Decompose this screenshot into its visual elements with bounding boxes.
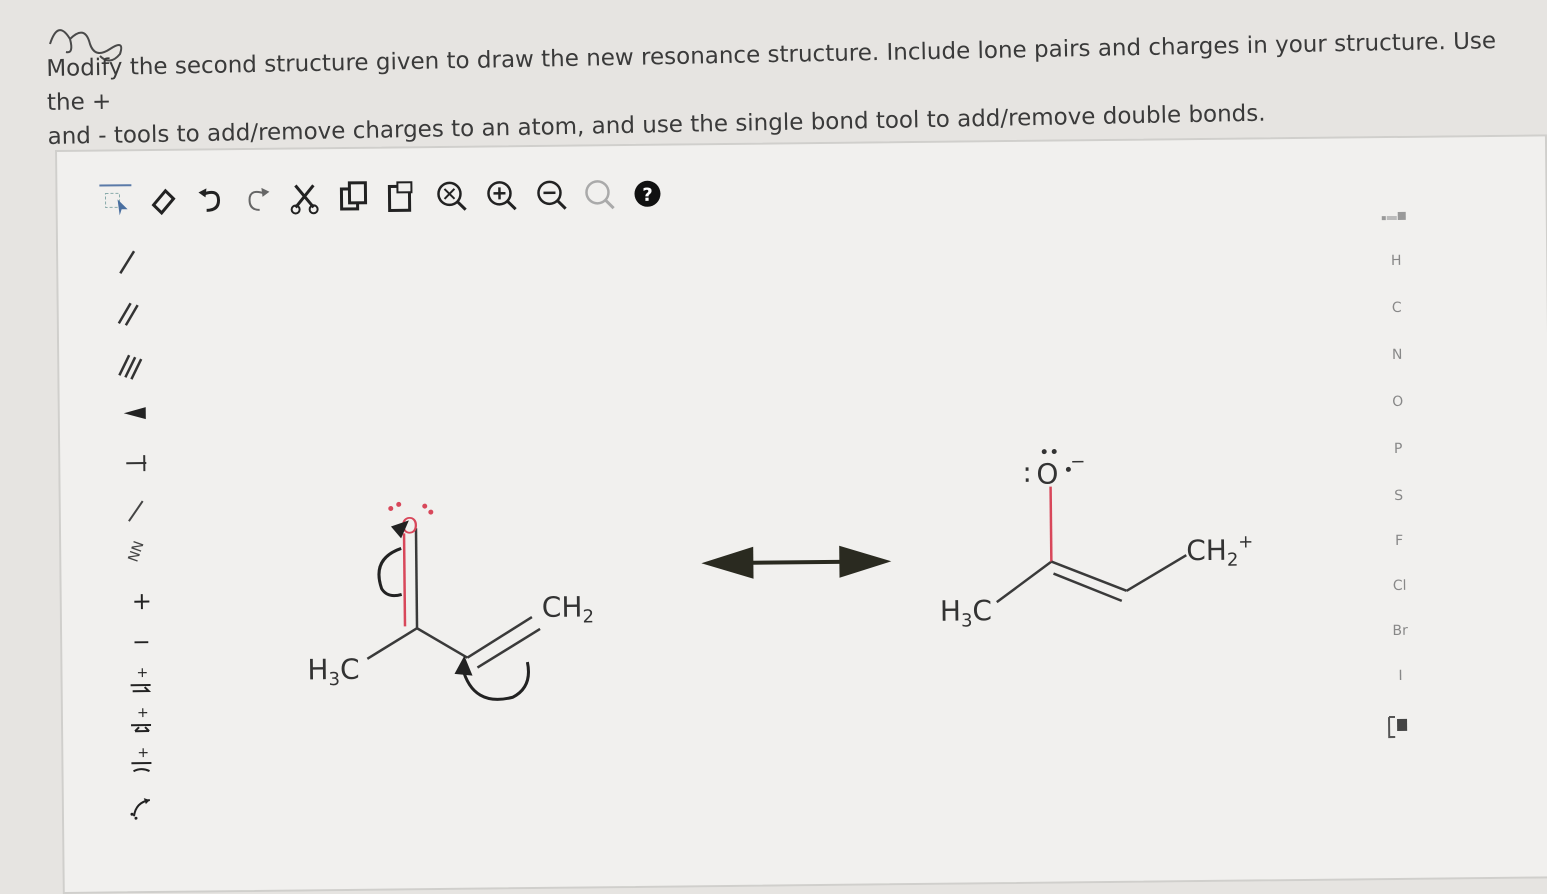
bond-co-a[interactable] — [416, 528, 417, 628]
bond-methyl-carbonyl[interactable] — [367, 628, 417, 659]
lone-pair-left: : — [1022, 456, 1032, 489]
bond-methyl-c-2[interactable] — [996, 562, 1051, 603]
methyl-label-2: H3C — [940, 594, 992, 632]
bond-co-b[interactable] — [404, 533, 405, 626]
resonance-arrow — [701, 545, 891, 579]
molecule-2[interactable]: H3C CH2+ : O − — [938, 447, 1254, 632]
instructions-text: Modify the second structure given to dra… — [46, 24, 1518, 154]
bond-c-ch2-2[interactable] — [1126, 555, 1186, 591]
oxygen-charge-2: − — [1070, 451, 1085, 472]
bond-cc-double-b[interactable] — [477, 629, 540, 668]
curved-arrow-1[interactable] — [379, 548, 402, 595]
molecule-1[interactable]: H3C CH2 O — [306, 500, 595, 701]
methyl-label-1: H3C — [307, 653, 359, 691]
bond-co-2[interactable] — [1051, 487, 1052, 562]
drawing-canvas[interactable]: H3C CH2 O H3C CH2+ : O — [57, 138, 1394, 852]
structure-editor[interactable]: ? NN + − + — [55, 134, 1547, 894]
ch2-label-2: CH2+ — [1186, 531, 1254, 571]
bond-cc-double-a[interactable] — [467, 617, 532, 658]
oxygen-label-2: O — [1036, 458, 1058, 491]
curved-arrow-2[interactable] — [462, 662, 528, 700]
bond-cc-double-2b[interactable] — [1053, 573, 1121, 602]
bond-c-c[interactable] — [417, 628, 467, 659]
ch2-label-1: CH2 — [542, 590, 594, 628]
